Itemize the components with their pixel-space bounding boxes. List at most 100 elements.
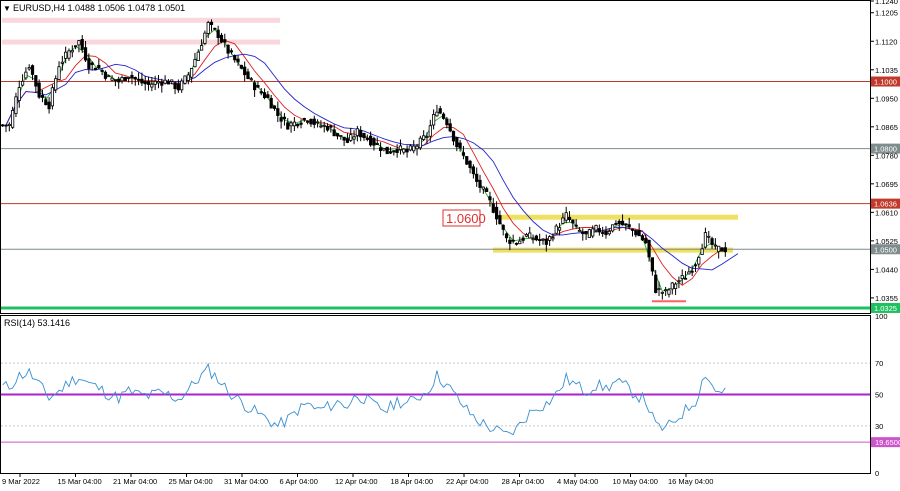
- candle-body: [534, 235, 538, 241]
- candle-body: [97, 64, 101, 69]
- candle-body: [30, 65, 35, 75]
- candle-body: [37, 82, 41, 98]
- candle-body: [7, 123, 11, 126]
- time-tick-label: 6 Apr 04:00: [280, 477, 318, 486]
- candle-body: [150, 83, 154, 88]
- candle-body: [183, 75, 187, 84]
- candle-body: [432, 114, 436, 126]
- trading-chart[interactable]: 1.1000 1.0800 1.0636 1.0500 1.0325 1.1240 1.1…: [0, 0, 900, 486]
- candle-body: [597, 228, 601, 233]
- candle-body: [412, 145, 416, 152]
- candle-body: [216, 29, 220, 39]
- candle-body: [117, 78, 121, 83]
- candle-body: [136, 78, 141, 81]
- time-tick-label: 16 May 04:00: [668, 477, 713, 486]
- candle-body: [266, 94, 270, 98]
- candle-body: [511, 239, 515, 242]
- candle-body: [567, 216, 572, 221]
- time-tick-label: 15 Mar 04:00: [58, 477, 102, 486]
- candle-body: [113, 79, 117, 82]
- candle-body: [630, 229, 635, 231]
- candle-body: [110, 77, 114, 81]
- candle-body: [47, 101, 51, 110]
- candle-body: [213, 27, 217, 30]
- candle-body: [504, 233, 509, 239]
- candle-body: [299, 122, 303, 125]
- candle-body: [485, 188, 489, 192]
- candle-body: [77, 40, 81, 46]
- candle-body: [551, 237, 555, 240]
- candle-body: [319, 125, 323, 128]
- candle-body: [309, 118, 313, 125]
- candle-body: [594, 224, 598, 231]
- candle-body: [83, 47, 88, 61]
- candle-body: [54, 78, 58, 91]
- candle-body: [359, 129, 363, 138]
- price-tick-label: 1.1240: [875, 0, 898, 6]
- candle-body: [133, 77, 137, 80]
- candle-body: [451, 130, 456, 142]
- candle-body: [123, 76, 127, 81]
- candle-body: [422, 135, 426, 140]
- candle-body: [491, 203, 495, 213]
- candle-body: [163, 79, 167, 84]
- price-tick-label: 1.1205: [875, 9, 898, 18]
- candle-body: [335, 133, 340, 137]
- candle-body: [644, 238, 648, 244]
- candle-body: [282, 116, 287, 120]
- candle-body: [190, 67, 194, 78]
- candle-body: [243, 66, 247, 76]
- candle-body: [140, 78, 144, 84]
- candle-body: [614, 223, 618, 225]
- candle-body: [203, 32, 207, 44]
- candle-body: [650, 257, 654, 272]
- candle-body: [289, 122, 293, 127]
- candle-body: [249, 78, 253, 81]
- candle-body: [680, 274, 684, 280]
- candle-body: [362, 133, 366, 139]
- candle-body: [219, 34, 224, 43]
- candle-body: [395, 149, 399, 153]
- candle-body: [710, 238, 714, 245]
- candle-body: [723, 247, 727, 253]
- candle-body: [67, 50, 71, 59]
- candle-body: [196, 51, 200, 61]
- candle-body: [4, 124, 8, 127]
- candle-body: [24, 71, 28, 79]
- candle-body: [11, 109, 15, 128]
- candle-body: [388, 151, 393, 154]
- candle-body: [226, 44, 230, 54]
- rsi-tick-label: 70: [875, 359, 883, 368]
- candle-body: [120, 77, 124, 82]
- candle-body: [571, 219, 575, 224]
- candle-body: [100, 69, 104, 72]
- candle-body: [478, 179, 482, 188]
- candle-body: [415, 145, 419, 150]
- candle-body: [90, 62, 94, 65]
- candle-body: [425, 136, 429, 138]
- candle-body: [518, 240, 522, 245]
- candle-body: [524, 234, 529, 237]
- candle-body: [604, 230, 608, 236]
- candle-body: [455, 136, 459, 148]
- candle-body: [352, 136, 356, 140]
- candle-body: [229, 50, 234, 53]
- candle-body: [239, 64, 243, 69]
- candle-body: [591, 228, 595, 237]
- candle-body: [548, 236, 552, 241]
- candle-body: [296, 123, 300, 127]
- candle-body: [127, 77, 131, 79]
- candle-body: [627, 224, 631, 227]
- rsi-tick-label: 19.6500: [875, 438, 900, 447]
- candle-body: [312, 118, 316, 125]
- candle-body: [372, 138, 376, 146]
- candle-body: [405, 149, 409, 153]
- candle-body: [34, 75, 38, 87]
- candle-body: [143, 81, 147, 85]
- candle-body: [647, 239, 651, 258]
- chevron-down-icon[interactable]: ▼: [3, 4, 11, 13]
- candle-body: [494, 206, 499, 220]
- candle-body: [581, 231, 585, 235]
- candle-body: [465, 156, 469, 165]
- candle-body: [246, 71, 250, 79]
